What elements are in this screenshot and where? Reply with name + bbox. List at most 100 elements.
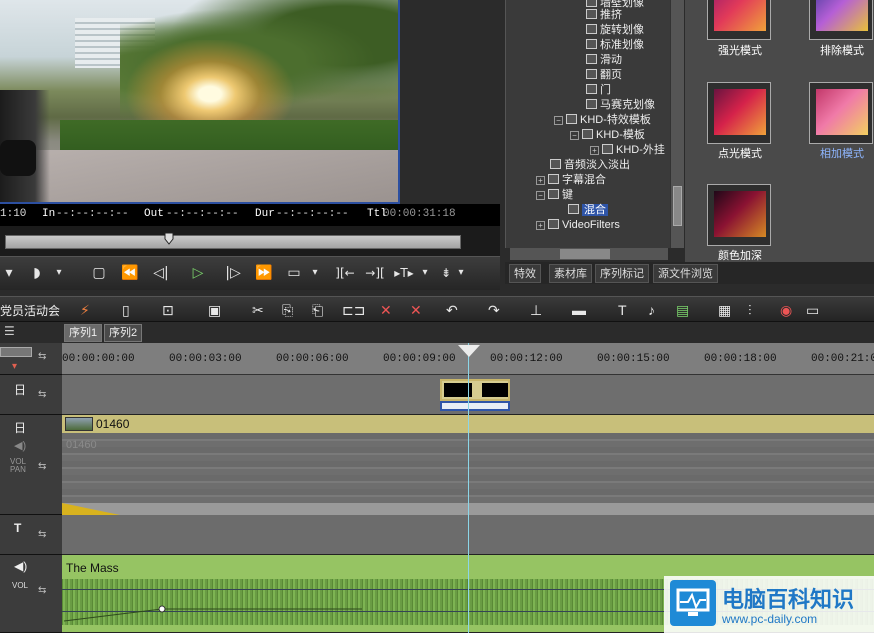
open-icon[interactable]: ⊡ [162,300,174,320]
effect-thumb[interactable] [809,82,873,144]
cut-icon[interactable]: ✂ [252,300,264,320]
link-icon[interactable]: ⇆ [38,351,58,363]
scrollbar-thumb[interactable] [560,249,610,259]
microphone-icon[interactable]: ♪ [648,300,655,320]
track-list-icon[interactable]: ☰ [4,324,15,338]
tree-item[interactable]: 标准划像 [586,38,644,53]
export-icon[interactable]: ⇟ [436,263,456,283]
blend-folder-icon [568,204,579,214]
title-icon[interactable]: T [618,300,627,320]
tree-item[interactable]: 门 [586,83,611,98]
tree-item[interactable]: 翻页 [586,68,622,83]
dur-label: Dur [255,208,275,220]
tab-effects[interactable]: 特效 [509,264,541,283]
track-visibility-icon[interactable]: 日 [14,381,26,398]
playhead[interactable] [468,343,469,633]
dropdown-arrow-icon[interactable]: ▾ [12,361,17,372]
scrub-bar[interactable] [5,235,461,249]
film-icon[interactable]: ▬ [572,300,586,320]
effect-thumb[interactable] [707,82,771,144]
step-forward-icon[interactable]: |▷ [222,263,244,283]
tree-item[interactable]: 滑动 [586,53,622,68]
tree-item[interactable]: + VideoFilters [536,218,620,233]
tree-item[interactable]: 推挤 [586,8,622,23]
transition-clip[interactable] [440,379,510,401]
track-visibility-icon[interactable]: 日 [14,419,26,436]
match-menu-arrow-icon[interactable]: ▾ [420,263,430,283]
delete-icon[interactable]: ✕ [380,300,392,320]
goto-out-icon[interactable]: →][ [362,263,388,283]
collapse-icon[interactable]: − [570,131,579,140]
match-frame-icon[interactable]: ▸T▸ [392,263,416,283]
link-icon[interactable]: ⇆ [38,585,58,597]
tree-item[interactable]: − KHD-模板 [570,128,645,143]
tab-sequence-1[interactable]: 序列1 [64,324,103,342]
scrollbar-thumb[interactable] [673,186,682,226]
marker-icon[interactable]: ⊥ [530,300,542,320]
window-icon[interactable]: ▭ [806,300,819,320]
tree-item-label: 翻页 [600,69,622,81]
paste-icon[interactable]: ⎗ [312,300,323,320]
effect-thumb[interactable] [707,184,771,246]
effect-thumb[interactable] [707,0,771,40]
undo-icon[interactable]: ↶ [446,300,458,320]
playhead-marker-icon[interactable] [458,345,480,357]
goto-in-icon[interactable]: ][← [332,263,358,283]
export-menu-arrow-icon[interactable]: ▾ [456,263,466,283]
speaker-icon[interactable]: ◀) [14,559,27,573]
clip-icon[interactable]: ⊏⊐ [342,300,365,320]
stop-icon[interactable]: ▢ [90,263,108,283]
tree-item[interactable]: + 字幕混合 [536,173,606,188]
scrub-handle-icon[interactable] [164,232,174,246]
tree-item[interactable]: 旋转划像 [586,23,644,38]
fast-forward-icon[interactable]: ⏩ [252,263,276,283]
tree-item[interactable]: + KHD-外挂 [590,143,665,158]
record-icon[interactable]: ◉ [780,300,792,320]
step-back-icon[interactable]: ◁| [150,263,172,283]
play-menu-arrow-icon[interactable]: ▾ [4,263,14,283]
loop-icon[interactable]: ▭ [284,263,304,283]
tree-item-label: 马赛克划像 [600,99,655,111]
rewind-icon[interactable]: ⏪ [118,263,142,283]
collapse-icon[interactable]: − [554,116,563,125]
link-icon[interactable]: ⇆ [38,529,58,541]
redo-icon[interactable]: ↷ [488,300,500,320]
mixer-icon[interactable]: ⫶ [748,300,752,320]
play-icon[interactable]: ▷ [188,263,208,283]
tab-clip-library[interactable]: 素材库 [549,264,592,283]
link-icon[interactable]: ⇆ [38,389,58,401]
render-icon[interactable]: ▤ [676,300,689,320]
save-icon[interactable]: ▣ [208,300,221,320]
mark-icon[interactable]: ◗ [30,263,44,283]
tab-sequence-2[interactable]: 序列2 [104,324,143,342]
mark-menu-arrow-icon[interactable]: ▾ [54,263,64,283]
tree-item[interactable]: − KHD-特效模板 [554,113,651,128]
expand-icon[interactable]: + [536,176,545,185]
tree-item-selected[interactable]: 混合 [568,203,608,218]
copy-icon[interactable]: ⎘ [282,300,293,320]
collapse-icon[interactable]: − [536,191,545,200]
tree-item[interactable]: 音频淡入淡出 [550,158,630,173]
loop-menu-arrow-icon[interactable]: ▾ [310,263,320,283]
tree-item[interactable]: 马赛克划像 [586,98,655,113]
zoom-slider[interactable] [0,347,32,357]
tab-source-browser[interactable]: 源文件浏览 [653,264,718,283]
mode-icon[interactable]: ⚡ [80,300,90,320]
transition-selection[interactable] [440,401,510,411]
expand-icon[interactable]: + [590,146,599,155]
folder-icon [602,144,613,154]
ripple-delete-icon[interactable]: ✕ [410,300,422,320]
speaker-icon[interactable]: ◀) [14,439,26,452]
tree-horizontal-scrollbar[interactable] [510,248,668,260]
tree-vertical-scrollbar[interactable] [670,0,684,248]
ttl-value: 00:00:31:18 [383,208,456,220]
blend-swatch-icon [714,191,766,237]
tab-sequence-markers[interactable]: 序列标记 [595,264,649,283]
new-icon[interactable]: ▯ [122,300,130,320]
link-icon[interactable]: ⇆ [38,461,58,473]
volume-envelope[interactable] [62,573,362,633]
tree-item[interactable]: − 键 [536,188,573,203]
expand-icon[interactable]: + [536,221,545,230]
effect-thumb[interactable] [809,0,873,40]
grid-icon[interactable]: ▦ [718,300,731,320]
